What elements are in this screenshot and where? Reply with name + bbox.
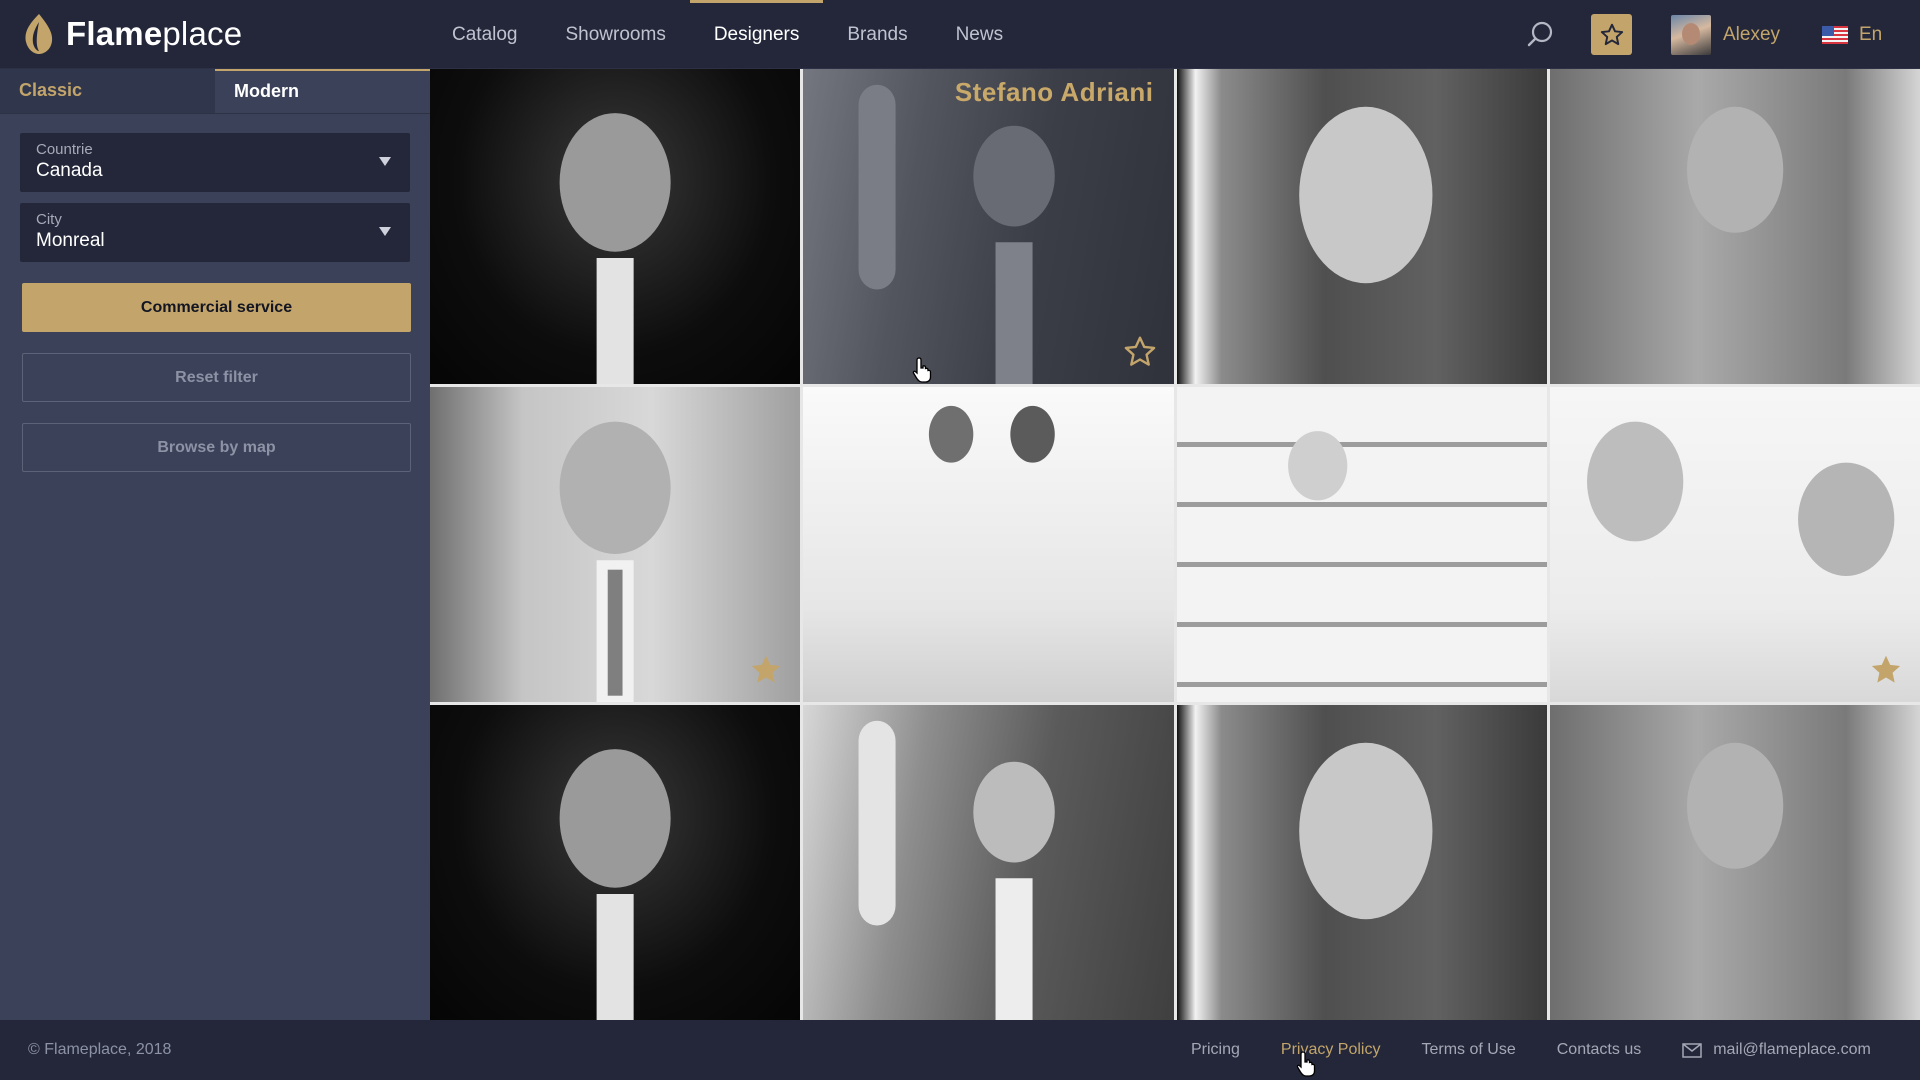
email-link[interactable]: mail@flameplace.com (1682, 1041, 1871, 1059)
designer-portrait (1298, 106, 1432, 284)
user-menu[interactable]: Alexey (1671, 15, 1780, 55)
flameplace-logo[interactable]: Flameplace (22, 10, 242, 58)
country-value: Canada (36, 160, 103, 181)
city-label: City (36, 211, 62, 228)
designer-card[interactable] (1549, 69, 1920, 384)
email-address: mail@flameplace.com (1713, 1041, 1871, 1058)
caret-down-icon (379, 157, 391, 166)
designer-card[interactable] (803, 387, 1174, 702)
footer-links: Pricing Privacy Policy Terms of Use Cont… (1191, 1020, 1871, 1080)
language-selector[interactable]: En (1822, 21, 1882, 49)
footer-link-terms[interactable]: Terms of Use (1421, 1041, 1515, 1059)
copyright: © Flameplace, 2018 (28, 1041, 172, 1058)
flame-icon (25, 14, 53, 54)
designer-card[interactable] (1549, 705, 1920, 1020)
star-icon (1600, 23, 1623, 45)
us-flag-icon (1822, 26, 1848, 44)
filter-sidebar: Classic Modern Countrie Canada City Monr… (0, 69, 430, 1020)
tab-modern[interactable]: Modern (215, 69, 430, 113)
designer-card[interactable] (1549, 387, 1920, 702)
designer-portrait (559, 113, 671, 384)
designer-card[interactable] (430, 69, 801, 384)
nav-news[interactable]: News (932, 0, 1028, 69)
nav-catalog[interactable]: Catalog (428, 0, 542, 69)
designer-grid: Stefano Adriani (430, 69, 1920, 1020)
designer-card[interactable] (1176, 705, 1547, 1020)
commercial-service-button[interactable]: Commercial service (22, 283, 411, 332)
designer-card[interactable] (430, 387, 801, 702)
country-label: Countrie (36, 141, 93, 158)
designer-portrait (1298, 742, 1432, 920)
user-name: Alexey (1723, 24, 1781, 45)
footer-link-pricing[interactable]: Pricing (1191, 1041, 1240, 1059)
designer-card[interactable] (430, 705, 801, 1020)
designer-portrait (1686, 742, 1784, 869)
designer-portrait (929, 405, 1056, 463)
nav-showrooms[interactable]: Showrooms (542, 0, 690, 69)
hand-cursor-icon (1296, 1051, 1316, 1077)
style-tabs: Classic Modern (0, 69, 430, 113)
search-icon[interactable] (1522, 17, 1558, 53)
footer-link-contacts[interactable]: Contacts us (1557, 1041, 1641, 1059)
footer: © Flameplace, 2018 Pricing Privacy Polic… (0, 1020, 1920, 1080)
caret-down-icon (379, 227, 391, 236)
favorites-button[interactable] (1591, 14, 1632, 55)
city-value: Monreal (36, 230, 105, 251)
designer-card[interactable] (1176, 69, 1547, 384)
reset-filter-button[interactable]: Reset filter (22, 353, 411, 402)
nav-designers[interactable]: Designers (689, 0, 824, 69)
designer-card[interactable] (803, 705, 1174, 1020)
country-select[interactable]: Countrie Canada (20, 133, 410, 192)
brand-name: Flameplace (66, 15, 243, 52)
top-header: Flameplace Catalog Showrooms Designers B… (0, 0, 1920, 69)
mail-icon (1682, 1042, 1702, 1058)
designer-portrait (1586, 421, 1895, 576)
filter-panel (0, 113, 430, 114)
designer-portrait (559, 749, 671, 1020)
favorite-star-icon[interactable] (1868, 652, 1904, 688)
hand-cursor-icon (912, 357, 932, 383)
designer-name: Stefano Adriani (954, 77, 1154, 107)
designer-portrait (1686, 106, 1784, 233)
avatar (1671, 15, 1711, 55)
designer-portrait (559, 421, 671, 702)
browse-by-map-button[interactable]: Browse by map (22, 423, 411, 472)
nav-brands[interactable]: Brands (823, 0, 931, 69)
language-label: En (1859, 24, 1883, 45)
hover-overlay (803, 69, 1174, 384)
designer-portrait (1287, 431, 1347, 501)
favorite-star-icon[interactable] (748, 652, 784, 688)
designer-card[interactable]: Stefano Adriani (803, 69, 1174, 384)
tab-classic[interactable]: Classic (0, 69, 215, 113)
city-select[interactable]: City Monreal (20, 203, 410, 262)
designer-card[interactable] (1176, 387, 1547, 702)
favorite-star-icon[interactable] (1122, 334, 1158, 370)
designer-portrait (858, 720, 1056, 1020)
main-nav: Catalog Showrooms Designers Brands News (428, 0, 1027, 69)
